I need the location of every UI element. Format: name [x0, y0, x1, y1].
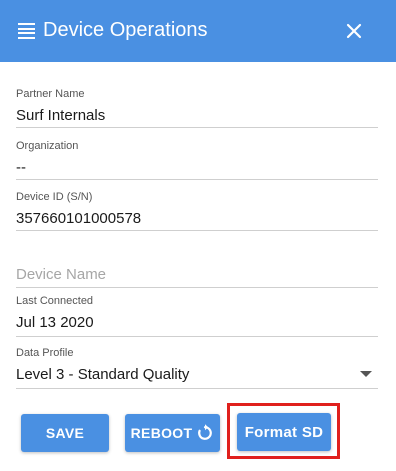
divider — [16, 127, 378, 128]
data-profile-selected-value: Level 3 - Standard Quality — [16, 366, 190, 383]
organization-field: Organization -- — [16, 139, 378, 180]
divider — [16, 388, 378, 389]
save-button-label: SAVE — [45, 425, 85, 441]
format-sd-button-label: Format SD — [244, 423, 324, 441]
organization-label: Organization — [16, 140, 79, 152]
partner-name-field: Partner Name Surf Internals — [16, 87, 378, 128]
refresh-icon — [198, 424, 213, 440]
divider — [16, 336, 378, 337]
last-connected-value: Jul 13 2020 — [16, 314, 94, 331]
dialog-title: Device Operations — [43, 19, 208, 41]
hamburger-menu-icon[interactable] — [18, 23, 35, 39]
divider — [16, 230, 378, 231]
last-connected-label: Last Connected — [16, 295, 94, 307]
data-profile-label: Data Profile — [16, 347, 74, 359]
partner-name-label: Partner Name — [16, 88, 85, 100]
save-button[interactable]: SAVE — [21, 414, 109, 452]
last-connected-field: Last Connected Jul 13 2020 — [16, 294, 378, 337]
organization-value: -- — [16, 159, 26, 176]
dialog-header: Device Operations — [0, 0, 396, 62]
partner-name-value: Surf Internals — [16, 107, 106, 124]
format-sd-button[interactable]: Format SD — [237, 413, 331, 451]
reboot-button[interactable]: REBOOT — [125, 414, 220, 452]
device-name-input[interactable] — [16, 262, 378, 288]
reboot-button-label: REBOOT — [130, 425, 193, 441]
divider — [16, 179, 378, 180]
device-id-label: Device ID (S/N) — [16, 191, 93, 203]
data-profile-select[interactable]: Data Profile Level 3 - Standard Quality — [16, 346, 378, 389]
close-icon[interactable] — [344, 21, 364, 41]
dropdown-arrow-icon — [360, 371, 372, 377]
device-id-field: Device ID (S/N) 357660101000578 — [16, 190, 378, 231]
device-id-value: 357660101000578 — [16, 210, 142, 227]
